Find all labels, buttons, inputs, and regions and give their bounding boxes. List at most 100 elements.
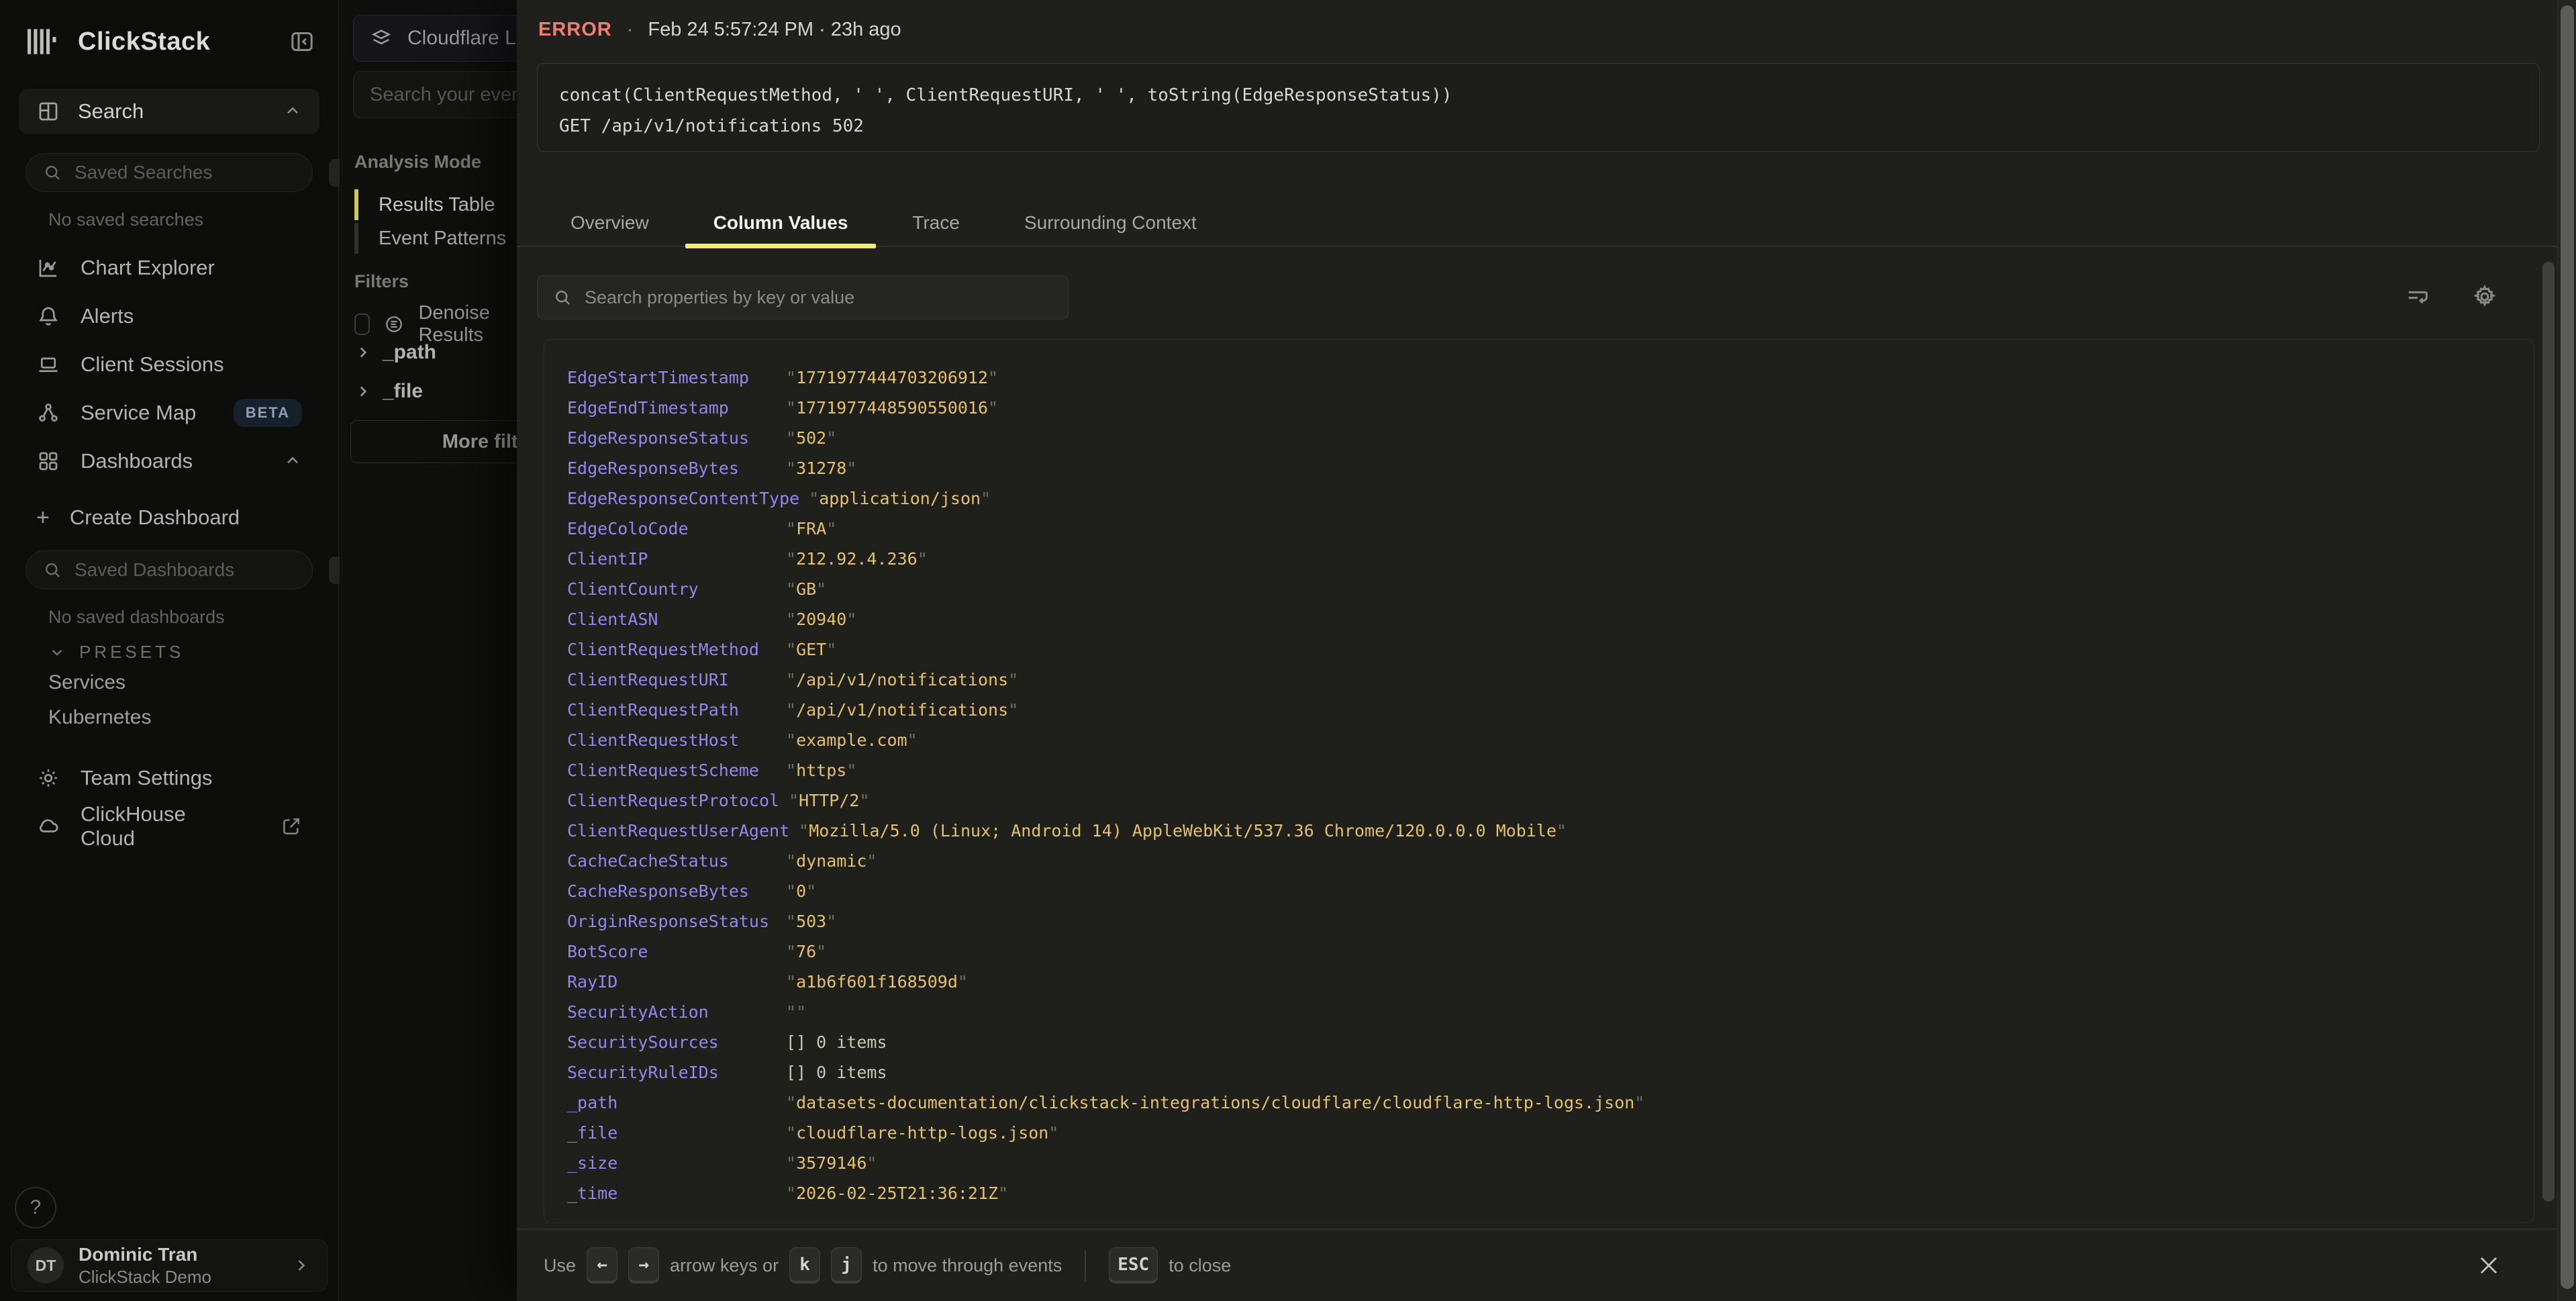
property-search-input[interactable]: [585, 287, 1053, 308]
help-button[interactable]: ?: [15, 1187, 56, 1228]
property-value[interactable]: "31278": [786, 453, 856, 483]
property-key[interactable]: SecurityAction: [567, 997, 777, 1027]
property-row[interactable]: _time "2026-02-25T21:36:21Z": [567, 1178, 2534, 1208]
presets-toggle[interactable]: PRESETS: [48, 642, 184, 663]
property-key[interactable]: BotScore: [567, 936, 777, 967]
property-value[interactable]: "2026-02-25T21:36:21Z": [786, 1178, 1008, 1208]
event-search-input[interactable]: [370, 84, 517, 106]
sidebar-item-client-sessions[interactable]: Client Sessions: [19, 341, 319, 388]
property-row[interactable]: EdgeEndTimestamp "1771977448590550016": [567, 393, 2534, 423]
property-row[interactable]: RayID"a1b6f601f168509d": [567, 967, 2534, 997]
data-source-selector[interactable]: Cloudflare Logs: [353, 15, 517, 62]
property-row[interactable]: CacheCacheStatus"dynamic": [567, 846, 2534, 876]
property-key[interactable]: EdgeResponseContentType: [567, 483, 799, 514]
property-value[interactable]: "a1b6f601f168509d": [786, 967, 968, 997]
property-row[interactable]: ClientRequestPath "/api/v1/notifications": [567, 695, 2534, 725]
property-row[interactable]: ClientRequestHost "example.com": [567, 725, 2534, 755]
filter-group-file[interactable]: _file: [354, 380, 423, 403]
property-key[interactable]: ClientRequestScheme: [567, 755, 777, 785]
property-row[interactable]: SecurityAction "": [567, 997, 2534, 1027]
property-key[interactable]: ClientIP: [567, 544, 777, 574]
property-value[interactable]: "3579146": [786, 1148, 877, 1178]
property-value[interactable]: [] 0 items: [786, 1057, 887, 1088]
close-icon[interactable]: [2470, 1247, 2508, 1284]
property-row[interactable]: ClientRequestUserAgent"Mozilla/5.0 (Linu…: [567, 816, 2534, 846]
property-key[interactable]: CacheResponseBytes: [567, 876, 777, 906]
property-value[interactable]: "20940": [786, 604, 856, 634]
sidebar-item-dashboards[interactable]: Dashboards: [19, 438, 319, 485]
filter-group-path[interactable]: _path: [354, 341, 436, 364]
denoise-results-toggle[interactable]: Denoise Results: [354, 302, 517, 346]
sidebar-item-chart-explorer[interactable]: Chart Explorer: [19, 244, 319, 291]
property-key[interactable]: EdgeEndTimestamp: [567, 393, 777, 423]
property-value[interactable]: "1771977444703206912": [786, 363, 998, 393]
property-key[interactable]: _file: [567, 1118, 777, 1148]
property-key[interactable]: EdgeResponseBytes: [567, 453, 777, 483]
property-value[interactable]: "example.com": [786, 725, 918, 755]
property-value[interactable]: "503": [786, 906, 836, 936]
mode-results-table[interactable]: Results Table: [354, 189, 517, 220]
saved-searches-input[interactable]: [75, 162, 317, 183]
property-row[interactable]: CacheResponseBytes "0": [567, 876, 2534, 906]
settings-gear-icon[interactable]: [2470, 282, 2499, 311]
property-value[interactable]: "1771977448590550016": [786, 393, 998, 423]
property-row[interactable]: EdgeResponseStatus"502": [567, 423, 2534, 453]
property-value[interactable]: [] 0 items: [786, 1027, 887, 1057]
property-value[interactable]: "datasets-documentation/clickstack-integ…: [786, 1088, 1644, 1118]
property-row[interactable]: ClientIP "212.92.4.236": [567, 544, 2534, 574]
sidebar-item-service-map[interactable]: Service Map BETA: [19, 389, 319, 436]
property-value[interactable]: "application/json": [809, 483, 991, 514]
saved-searches-search[interactable]: ⌘ K: [26, 153, 313, 192]
tab-overview[interactable]: Overview: [538, 199, 681, 247]
filter-lines-icon[interactable]: [2403, 282, 2432, 311]
tab-surrounding-context[interactable]: Surrounding Context: [992, 199, 1229, 247]
denoise-checkbox[interactable]: [354, 314, 370, 335]
property-value[interactable]: "GB": [786, 574, 826, 604]
property-key[interactable]: _size: [567, 1148, 777, 1178]
property-value[interactable]: "cloudflare-http-logs.json": [786, 1118, 1058, 1148]
sidebar-item-kubernetes[interactable]: Kubernetes: [48, 706, 151, 729]
sidebar-item-services[interactable]: Services: [48, 671, 126, 694]
property-key[interactable]: ClientASN: [567, 604, 777, 634]
property-row[interactable]: ClientRequestMethod "GET": [567, 634, 2534, 665]
property-key[interactable]: EdgeResponseStatus: [567, 423, 777, 453]
property-value[interactable]: "0": [786, 876, 816, 906]
property-row[interactable]: ClientASN "20940": [567, 604, 2534, 634]
property-row[interactable]: BotScore "76": [567, 936, 2534, 967]
property-search-box[interactable]: [537, 275, 1069, 320]
property-key[interactable]: ClientCountry: [567, 574, 777, 604]
property-value[interactable]: "76": [786, 936, 826, 967]
property-row[interactable]: _file "cloudflare-http-logs.json": [567, 1118, 2534, 1148]
event-search-box[interactable]: [353, 71, 517, 118]
property-key[interactable]: SecurityRuleIDs: [567, 1057, 777, 1088]
property-key[interactable]: ClientRequestHost: [567, 725, 777, 755]
property-row[interactable]: ClientRequestURI"/api/v1/notifications": [567, 665, 2534, 695]
create-dashboard-button[interactable]: + Create Dashboard: [19, 494, 319, 541]
property-row[interactable]: EdgeStartTimestamp"1771977444703206912": [567, 363, 2534, 393]
property-value[interactable]: "GET": [786, 634, 836, 665]
property-value[interactable]: "": [786, 997, 806, 1027]
tab-trace[interactable]: Trace: [880, 199, 992, 247]
sidebar-item-clickhouse-cloud[interactable]: ClickHouse Cloud: [19, 803, 319, 850]
property-key[interactable]: EdgeColoCode: [567, 514, 777, 544]
property-value[interactable]: "FRA": [786, 514, 836, 544]
property-row[interactable]: _path "datasets-documentation/clickstack-…: [567, 1088, 2534, 1118]
property-key[interactable]: ClientRequestMethod: [567, 634, 777, 665]
property-row[interactable]: ClientRequestScheme "https": [567, 755, 2534, 785]
property-key[interactable]: ClientRequestURI: [567, 665, 777, 695]
property-key[interactable]: ClientRequestPath: [567, 695, 777, 725]
property-value[interactable]: "https": [786, 755, 856, 785]
property-value[interactable]: "Mozilla/5.0 (Linux; Android 14) AppleWe…: [799, 816, 1567, 846]
user-menu[interactable]: DT Dominic Tran ClickStack Demo: [11, 1239, 328, 1292]
property-value[interactable]: "dynamic": [786, 846, 877, 876]
property-value[interactable]: "/api/v1/notifications": [786, 695, 1018, 725]
property-row[interactable]: EdgeResponseBytes "31278": [567, 453, 2534, 483]
tab-column-values[interactable]: Column Values: [681, 199, 881, 247]
property-key[interactable]: ClientRequestProtocol: [567, 785, 779, 816]
saved-dashboards-input[interactable]: [75, 559, 317, 581]
property-key[interactable]: _path: [567, 1088, 777, 1118]
property-value[interactable]: "212.92.4.236": [786, 544, 928, 574]
property-row[interactable]: SecuritySources [] 0 items: [567, 1027, 2534, 1057]
property-key[interactable]: SecuritySources: [567, 1027, 777, 1057]
property-key[interactable]: _time: [567, 1178, 777, 1208]
